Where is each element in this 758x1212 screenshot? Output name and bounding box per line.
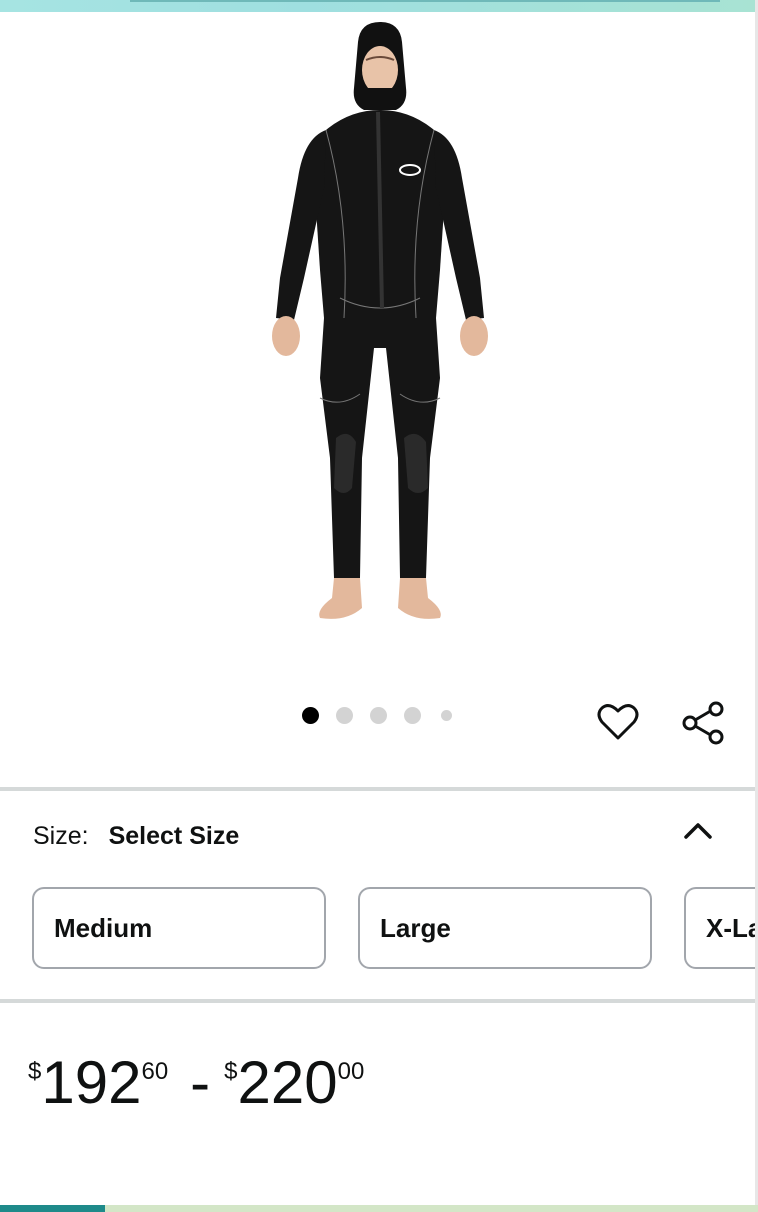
size-selector-header[interactable]: Size: Select Size	[33, 818, 239, 854]
size-option-x-large[interactable]: X-La	[684, 887, 755, 969]
price-separator: -	[190, 1049, 211, 1116]
bottom-accent-bar	[0, 1205, 758, 1212]
price-low-currency: $	[28, 1058, 42, 1085]
product-image[interactable]	[240, 18, 520, 628]
section-divider	[0, 787, 755, 791]
top-accent-bar	[0, 0, 758, 12]
share-button[interactable]	[678, 698, 728, 748]
price-high-fraction: 00	[337, 1058, 365, 1085]
pager-dot[interactable]	[404, 706, 421, 724]
size-label: Size:	[33, 821, 89, 850]
selected-size-value: Select Size	[108, 821, 240, 850]
chevron-up-icon	[684, 823, 712, 839]
pager-dot[interactable]	[370, 706, 387, 724]
size-options-list[interactable]: Medium Large X-La	[32, 887, 755, 969]
add-to-wishlist-button[interactable]	[594, 698, 642, 746]
pager-dot-active[interactable]	[302, 706, 319, 724]
price-range: $ 192 60 - $ 220 00	[28, 1050, 364, 1120]
price-low-fraction: 60	[141, 1058, 169, 1085]
product-image-gallery[interactable]	[0, 12, 755, 788]
pager-dot[interactable]	[441, 709, 452, 721]
image-pager-dots[interactable]	[302, 705, 469, 725]
share-icon	[682, 701, 724, 745]
size-option-large[interactable]: Large	[358, 887, 652, 969]
price-high-whole: 220	[237, 1049, 338, 1116]
price-low-whole: 192	[41, 1049, 142, 1116]
price-high-currency: $	[224, 1058, 238, 1085]
heart-icon	[597, 704, 639, 740]
collapse-size-button[interactable]	[678, 810, 718, 850]
pager-dot[interactable]	[336, 706, 353, 724]
size-option-medium[interactable]: Medium	[32, 887, 326, 969]
section-divider	[0, 999, 755, 1003]
